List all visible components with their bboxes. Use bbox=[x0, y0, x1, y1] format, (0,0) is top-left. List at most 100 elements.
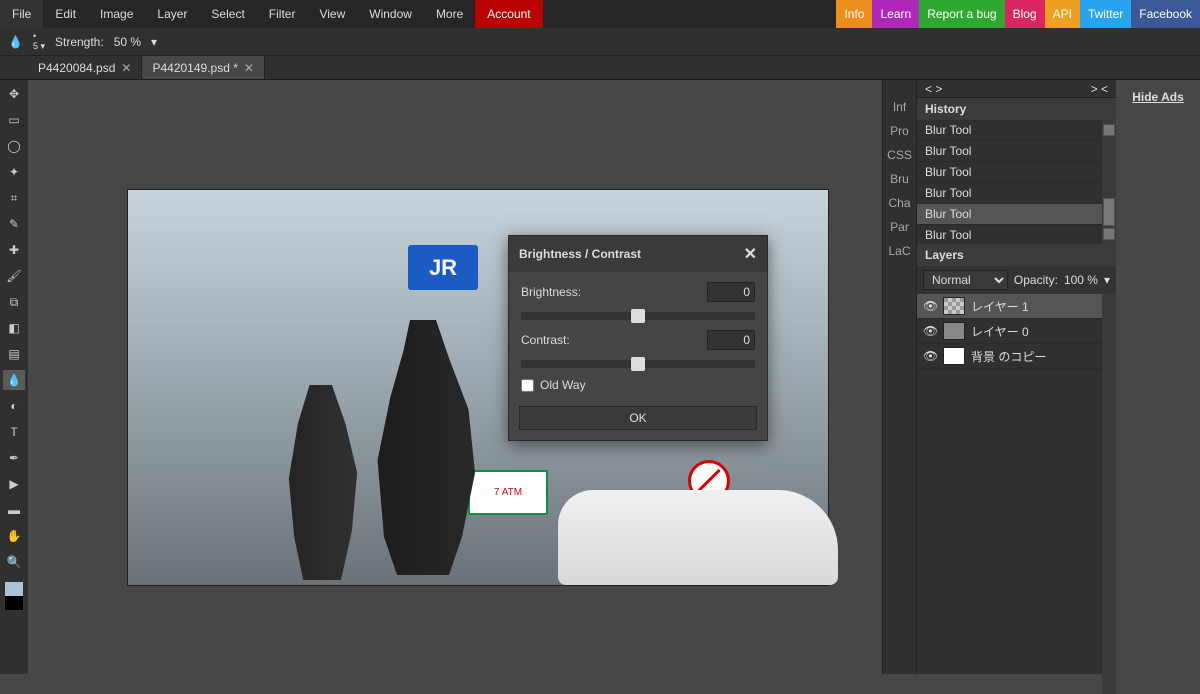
menu-edit[interactable]: Edit bbox=[43, 0, 88, 28]
clone-tool[interactable]: ⧉ bbox=[3, 292, 25, 312]
car bbox=[558, 490, 838, 585]
layer-row[interactable]: 👁レイヤー 1 bbox=[917, 294, 1116, 319]
visibility-icon[interactable]: 👁 bbox=[923, 349, 937, 363]
strength-value[interactable]: 50 % bbox=[114, 35, 141, 49]
brightness-input[interactable] bbox=[707, 282, 755, 302]
path-select-tool[interactable]: ▶ bbox=[3, 474, 25, 494]
layers-scrollbar[interactable] bbox=[1102, 294, 1116, 694]
panel-tab-lac[interactable]: LaC bbox=[888, 244, 910, 258]
canvas-area[interactable]: JR ← 7 ATM Brightness / Contrast ✕ Brigh… bbox=[28, 80, 882, 674]
panel-collapse-bar[interactable]: < > > < bbox=[917, 80, 1116, 98]
scroll-up-icon[interactable] bbox=[1103, 124, 1115, 136]
layer-row[interactable]: 👁レイヤー 0 bbox=[917, 319, 1116, 344]
old-way-input[interactable] bbox=[521, 379, 534, 392]
tab-doc-2[interactable]: P4420149.psd *✕ bbox=[142, 56, 264, 79]
rect-select-tool[interactable]: ▭ bbox=[3, 110, 25, 130]
ext-link-api[interactable]: API bbox=[1045, 0, 1080, 28]
ext-link-learn[interactable]: Learn bbox=[872, 0, 919, 28]
contrast-input[interactable] bbox=[707, 330, 755, 350]
brightness-slider[interactable] bbox=[521, 312, 755, 320]
collapse-right-icon[interactable]: > < bbox=[1091, 82, 1108, 95]
history-item[interactable]: Blur Tool bbox=[917, 204, 1116, 225]
menu-more[interactable]: More bbox=[424, 0, 475, 28]
layer-name: 背景 のコピー bbox=[971, 348, 1046, 365]
opacity-label: Opacity: bbox=[1014, 273, 1058, 287]
brush-tool[interactable]: 🖌 bbox=[3, 266, 25, 286]
right-panels: < > > < History Blur ToolBlur ToolBlur T… bbox=[916, 80, 1116, 674]
opacity-value[interactable]: 100 % bbox=[1064, 273, 1098, 287]
blend-mode-select[interactable]: Normal bbox=[923, 270, 1008, 290]
zoom-tool[interactable]: 🔍 bbox=[3, 552, 25, 572]
tab-doc-1[interactable]: P4420084.psd✕ bbox=[28, 56, 142, 79]
foreground-swatch[interactable] bbox=[5, 582, 23, 596]
eyedrop-tool[interactable]: ✎ bbox=[3, 214, 25, 234]
scroll-down-icon[interactable] bbox=[1103, 228, 1115, 240]
menu-view[interactable]: View bbox=[307, 0, 357, 28]
blur-tool[interactable]: 💧 bbox=[3, 370, 25, 390]
hand-tool[interactable]: ✋ bbox=[3, 526, 25, 546]
layers-header[interactable]: Layers bbox=[917, 244, 1116, 266]
eraser-tool[interactable]: ◧ bbox=[3, 318, 25, 338]
scroll-thumb[interactable] bbox=[1103, 198, 1115, 226]
contrast-slider[interactable] bbox=[521, 360, 755, 368]
history-item[interactable]: Blur Tool bbox=[917, 120, 1116, 141]
dropdown-icon[interactable]: ▾ bbox=[1104, 273, 1110, 287]
shape-tool[interactable]: ▬ bbox=[3, 500, 25, 520]
ext-link-twitter[interactable]: Twitter bbox=[1080, 0, 1131, 28]
panel-tab-css[interactable]: CSS bbox=[887, 148, 912, 162]
history-scrollbar[interactable] bbox=[1102, 120, 1116, 244]
slider-knob[interactable] bbox=[631, 309, 645, 323]
ext-link-report-a-bug[interactable]: Report a bug bbox=[919, 0, 1004, 28]
ok-button[interactable]: OK bbox=[519, 406, 757, 430]
close-icon[interactable]: ✕ bbox=[121, 61, 131, 75]
history-item[interactable]: Blur Tool bbox=[917, 141, 1116, 162]
collapse-left-icon[interactable]: < > bbox=[925, 82, 942, 95]
history-header[interactable]: History bbox=[917, 98, 1116, 120]
dodge-tool[interactable]: ◐ bbox=[3, 396, 25, 416]
close-icon[interactable]: ✕ bbox=[744, 244, 757, 264]
hide-ads-link[interactable]: Hide Ads bbox=[1132, 90, 1184, 104]
ext-link-info[interactable]: Info bbox=[836, 0, 872, 28]
gradient-tool[interactable]: ▤ bbox=[3, 344, 25, 364]
pen-tool[interactable]: ✒ bbox=[3, 448, 25, 468]
menu-layer[interactable]: Layer bbox=[145, 0, 199, 28]
ads-panel: Hide Ads bbox=[1116, 80, 1200, 674]
figure-2 bbox=[278, 385, 368, 580]
menu-account[interactable]: Account bbox=[475, 0, 542, 28]
tool-options-bar: 💧 •5 ▾ Strength: 50 % ▾ bbox=[0, 28, 1200, 56]
panel-tab-bru[interactable]: Bru bbox=[890, 172, 909, 186]
ext-link-blog[interactable]: Blog bbox=[1005, 0, 1045, 28]
menu-select[interactable]: Select bbox=[199, 0, 256, 28]
jr-sign: JR bbox=[408, 245, 478, 290]
brightness-label: Brightness: bbox=[521, 285, 581, 299]
lasso-tool[interactable]: ◯ bbox=[3, 136, 25, 156]
ext-link-facebook[interactable]: Facebook bbox=[1131, 0, 1200, 28]
menu-file[interactable]: File bbox=[0, 0, 43, 28]
layer-row[interactable]: 👁 背景 のコピー bbox=[917, 344, 1116, 369]
dropdown-icon[interactable]: ▾ bbox=[151, 35, 157, 49]
visibility-icon[interactable]: 👁 bbox=[923, 299, 937, 313]
heal-tool[interactable]: ✚ bbox=[3, 240, 25, 260]
panel-tab-par[interactable]: Par bbox=[890, 220, 909, 234]
panel-tab-cha[interactable]: Cha bbox=[888, 196, 910, 210]
panel-tab-pro[interactable]: Pro bbox=[890, 124, 909, 138]
slider-knob[interactable] bbox=[631, 357, 645, 371]
panel-tab-info[interactable]: Inf bbox=[893, 100, 906, 114]
background-swatch[interactable] bbox=[5, 596, 23, 610]
wand-tool[interactable]: ✦ bbox=[3, 162, 25, 182]
close-icon[interactable]: ✕ bbox=[244, 61, 254, 75]
brush-preset-icon[interactable]: •5 ▾ bbox=[33, 31, 45, 52]
history-item[interactable]: Blur Tool bbox=[917, 162, 1116, 183]
type-tool[interactable]: T bbox=[3, 422, 25, 442]
history-item[interactable]: Blur Tool bbox=[917, 183, 1116, 204]
menu-image[interactable]: Image bbox=[88, 0, 145, 28]
crop-tool[interactable]: ⌗ bbox=[3, 188, 25, 208]
contrast-label: Contrast: bbox=[521, 333, 570, 347]
menu-filter[interactable]: Filter bbox=[257, 0, 308, 28]
menu-window[interactable]: Window bbox=[357, 0, 424, 28]
visibility-icon[interactable]: 👁 bbox=[923, 324, 937, 338]
history-item[interactable]: Blur Tool bbox=[917, 225, 1116, 244]
old-way-checkbox[interactable]: Old Way bbox=[521, 378, 755, 392]
move-tool[interactable]: ✥ bbox=[3, 84, 25, 104]
color-swatches[interactable] bbox=[5, 582, 23, 610]
